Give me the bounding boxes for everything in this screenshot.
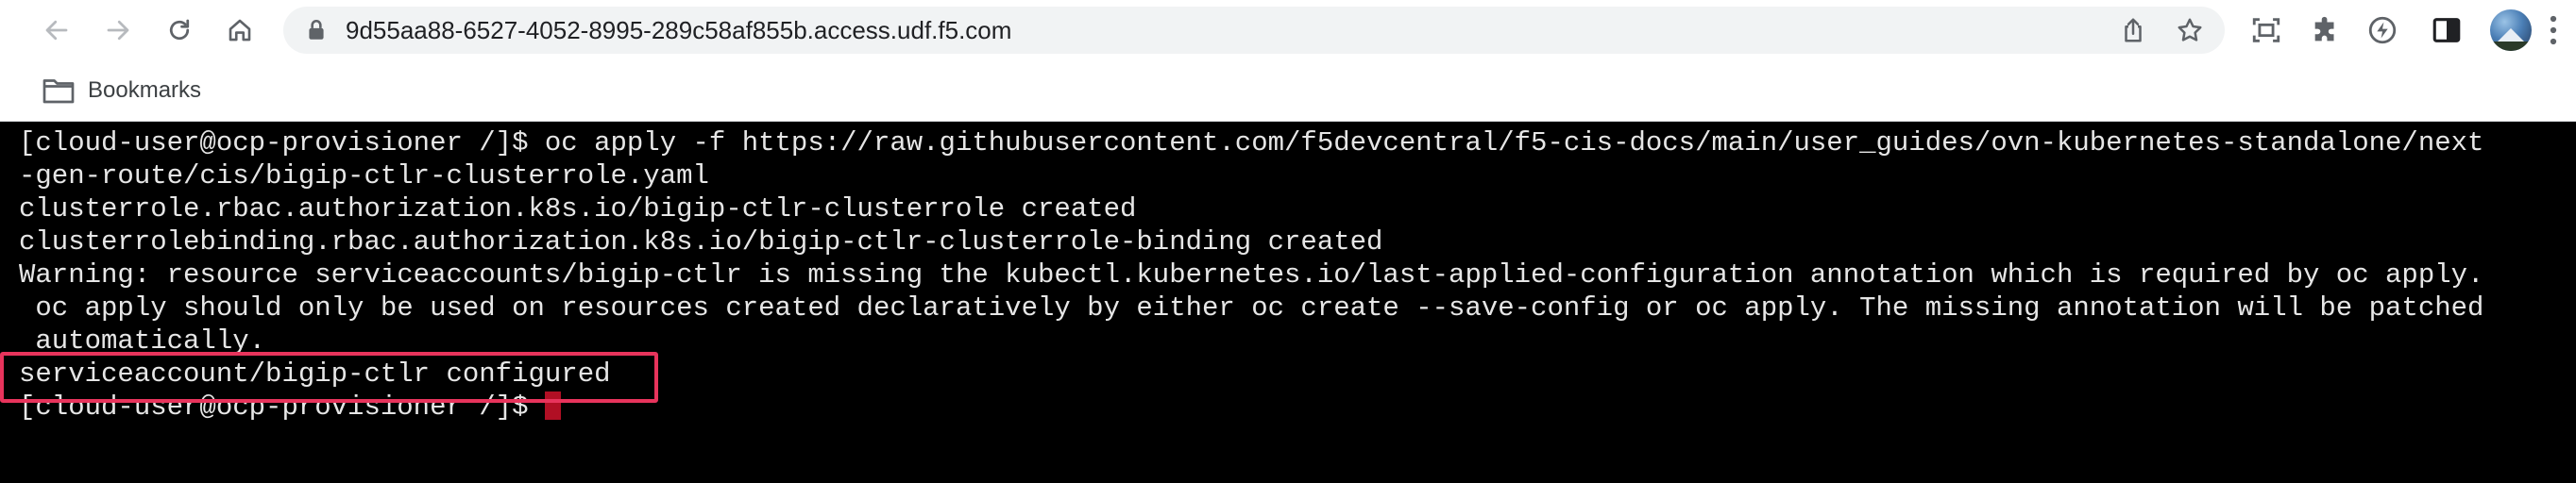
home-button[interactable] — [217, 8, 263, 53]
share-icon[interactable] — [2119, 16, 2147, 44]
terminal-line: -gen-route/cis/bigip-ctlr-clusterrole.ya… — [19, 160, 709, 192]
lock-icon[interactable] — [304, 18, 329, 42]
terminal-window[interactable]: [cloud-user@ocp-provisioner /]$ oc apply… — [0, 122, 2576, 483]
terminal-line: oc apply should only be used on resource… — [19, 292, 2484, 324]
folder-icon[interactable] — [42, 76, 76, 105]
forward-button[interactable] — [95, 8, 141, 53]
home-icon — [229, 19, 251, 42]
terminal-line: [cloud-user@ocp-provisioner /]$ oc apply… — [19, 127, 2484, 158]
avatar-ground — [2490, 42, 2532, 51]
back-button[interactable] — [34, 8, 79, 53]
avatar[interactable] — [2490, 9, 2532, 51]
terminal-line: Warning: resource serviceaccounts/bigip-… — [19, 259, 2484, 291]
browser-toolbar: 9d55aa88-6527-4052-8995-289c58af855b.acc… — [0, 0, 2576, 60]
screen-capture-icon[interactable] — [2250, 14, 2282, 46]
puzzle-piece-icon[interactable] — [2310, 14, 2342, 46]
star-icon[interactable] — [2176, 16, 2204, 44]
terminal-line: clusterrolebinding.rbac.authorization.k8… — [19, 226, 1383, 258]
reload-button[interactable] — [157, 8, 202, 53]
highlight-annotation-box — [0, 352, 658, 403]
terminal-line: clusterrole.rbac.authorization.k8s.io/bi… — [19, 193, 1137, 225]
arrow-right-icon — [107, 20, 129, 41]
url-text[interactable]: 9d55aa88-6527-4052-8995-289c58af855b.acc… — [346, 7, 1011, 54]
lightning-icon[interactable] — [2366, 14, 2398, 46]
address-bar[interactable]: 9d55aa88-6527-4052-8995-289c58af855b.acc… — [283, 7, 2225, 54]
reload-icon — [169, 19, 190, 41]
arrow-left-icon — [45, 20, 68, 41]
side-panel-icon[interactable] — [2431, 14, 2463, 46]
bookmarks-folder-label[interactable]: Bookmarks — [88, 60, 201, 121]
kebab-menu-icon[interactable] — [2544, 13, 2563, 47]
bookmarks-bar: Bookmarks — [0, 60, 2576, 122]
